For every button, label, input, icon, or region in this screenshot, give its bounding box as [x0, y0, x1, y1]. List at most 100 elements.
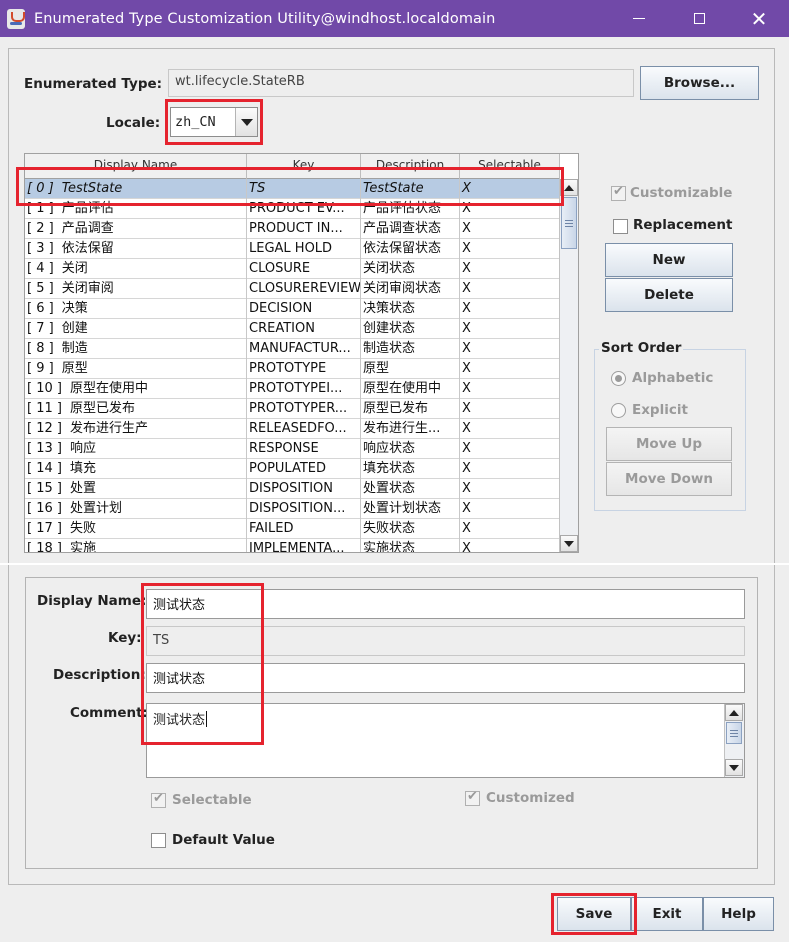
explicit-radio[interactable]	[611, 403, 626, 418]
cell-description: 处置状态	[361, 479, 460, 499]
table-row[interactable]: [ 7 ] 创建 CREATION 创建状态 X	[25, 319, 560, 339]
customized-checkbox[interactable]: ✔	[465, 789, 480, 806]
selectable-checkbox[interactable]: ✔	[151, 791, 166, 808]
cell-description: 原型	[361, 359, 460, 379]
cell-selectable: X	[460, 439, 560, 459]
cell-key: POPULATED	[247, 459, 361, 479]
row-index: [ 1 ]	[27, 201, 54, 216]
default-value-checkbox[interactable]	[151, 833, 166, 848]
table-row[interactable]: [ 17 ] 失败 FAILED 失败状态 X	[25, 519, 560, 539]
table-row[interactable]: [ 4 ] 关闭 CLOSURE 关闭状态 X	[25, 259, 560, 279]
browse-button[interactable]: Browse...	[640, 66, 759, 100]
alphabetic-radio[interactable]	[611, 371, 626, 386]
table-row[interactable]: [ 18 ] 实施 IMPLEMENTA... 实施状态 X	[25, 539, 560, 552]
customized-label: Customized	[486, 790, 575, 806]
row-index: [ 11 ]	[27, 401, 62, 416]
cell-description: 决策状态	[361, 299, 460, 319]
table-row[interactable]: [ 16 ] 处置计划 DISPOSITION... 处置计划状态 X	[25, 499, 560, 519]
table-row[interactable]: [ 12 ] 发布进行生产 RELEASEDFO... 发布进行生... X	[25, 419, 560, 439]
cell-display-name: [ 17 ] 失败	[25, 519, 247, 539]
table-row[interactable]: [ 0 ] TestState TS TestState X	[25, 179, 560, 199]
table-scrollbar[interactable]	[559, 179, 578, 552]
comment-text: 测试状态	[153, 709, 208, 728]
col-selectable[interactable]: Selectable	[460, 154, 560, 179]
replacement-checkbox[interactable]	[613, 219, 628, 234]
close-icon: ✕	[750, 6, 768, 31]
table-row[interactable]: [ 8 ] 制造 MANUFACTUR... 制造状态 X	[25, 339, 560, 359]
scroll-up-button[interactable]	[560, 179, 578, 196]
col-key[interactable]: Key	[247, 154, 361, 179]
table-row[interactable]: [ 10 ] 原型在使用中 PROTOTYPEI... 原型在使用中 X	[25, 379, 560, 399]
table-row[interactable]: [ 2 ] 产品调查 PRODUCT IN... 产品调查状态 X	[25, 219, 560, 239]
cell-display-name: [ 8 ] 制造	[25, 339, 247, 359]
row-display-name: 产品调查	[61, 221, 114, 236]
col-display-name[interactable]: Display Name	[25, 154, 247, 179]
row-index: [ 16 ]	[27, 501, 62, 516]
table-row[interactable]: [ 11 ] 原型已发布 PROTOTYPER... 原型已发布 X	[25, 399, 560, 419]
table-row[interactable]: [ 13 ] 响应 RESPONSE 响应状态 X	[25, 439, 560, 459]
comment-textarea[interactable]: 测试状态	[146, 703, 745, 778]
save-button[interactable]: Save	[557, 897, 631, 931]
check-icon: ✔	[613, 184, 624, 199]
cell-key: TS	[247, 179, 361, 199]
table-row[interactable]: [ 9 ] 原型 PROTOTYPE 原型 X	[25, 359, 560, 379]
cell-display-name: [ 12 ] 发布进行生产	[25, 419, 247, 439]
key-field: TS	[146, 626, 745, 656]
exit-button[interactable]: Exit	[631, 897, 703, 931]
alphabetic-label: Alphabetic	[632, 370, 714, 386]
locale-select[interactable]: zh_CN	[170, 107, 258, 137]
cell-key: DECISION	[247, 299, 361, 319]
display-name-label: Display Name:	[37, 593, 147, 609]
col-description[interactable]: Description	[361, 154, 460, 179]
table-row[interactable]: [ 1 ] 产品评估 PRODUCT EV... 产品评估状态 X	[25, 199, 560, 219]
comment-scrollbar[interactable]	[724, 704, 744, 777]
table-row[interactable]: [ 6 ] 决策 DECISION 决策状态 X	[25, 299, 560, 319]
row-index: [ 7 ]	[27, 321, 54, 336]
minimize-button[interactable]	[609, 0, 669, 37]
delete-button[interactable]: Delete	[605, 278, 733, 312]
table-row[interactable]: [ 5 ] 关闭审阅 CLOSUREREVIEW 关闭审阅状态 X	[25, 279, 560, 299]
cell-key: CREATION	[247, 319, 361, 339]
cell-description: 关闭状态	[361, 259, 460, 279]
table-row[interactable]: [ 15 ] 处置 DISPOSITION 处置状态 X	[25, 479, 560, 499]
description-input[interactable]: 测试状态	[146, 663, 745, 693]
cell-description: 原型在使用中	[361, 379, 460, 399]
cell-key: CLOSUREREVIEW	[247, 279, 361, 299]
new-button[interactable]: New	[605, 243, 733, 277]
table-row[interactable]: [ 3 ] 依法保留 LEGAL HOLD 依法保留状态 X	[25, 239, 560, 259]
maximize-button[interactable]	[669, 0, 729, 37]
cell-key: PRODUCT IN...	[247, 219, 361, 239]
table-body: [ 0 ] TestState TS TestState X[ 1 ] 产品评估 PRODU…	[25, 179, 560, 552]
row-display-name: 处置计划	[69, 501, 122, 516]
java-app-icon	[7, 8, 25, 29]
close-button[interactable]: ✕	[729, 0, 789, 37]
cell-description: 关闭审阅状态	[361, 279, 460, 299]
row-display-name: 原型	[61, 361, 88, 376]
check-icon: ✔	[153, 791, 164, 806]
cell-selectable: X	[460, 359, 560, 379]
scroll-thumb[interactable]	[561, 197, 577, 249]
cell-display-name: [ 9 ] 原型	[25, 359, 247, 379]
help-button[interactable]: Help	[703, 897, 774, 931]
table-row[interactable]: [ 14 ] 填充 POPULATED 填充状态 X	[25, 459, 560, 479]
cell-selectable: X	[460, 199, 560, 219]
cell-description: 产品调查状态	[361, 219, 460, 239]
cell-display-name: [ 18 ] 实施	[25, 539, 247, 552]
title-bar: Enumerated Type Customization Utility@wi…	[0, 0, 789, 37]
comment-value: 测试状态	[153, 713, 206, 728]
display-name-input[interactable]: 测试状态	[146, 589, 745, 619]
cell-description: 原型已发布	[361, 399, 460, 419]
locale-dropdown-button[interactable]	[235, 108, 257, 136]
move-up-button[interactable]: Move Up	[606, 427, 732, 461]
enum-type-label: Enumerated Type:	[24, 76, 163, 92]
move-down-button[interactable]: Move Down	[606, 462, 732, 496]
comment-scroll-down[interactable]	[725, 759, 743, 776]
cell-key: MANUFACTUR...	[247, 339, 361, 359]
row-index: [ 0 ]	[27, 181, 54, 196]
comment-scroll-thumb[interactable]	[726, 722, 742, 744]
cell-display-name: [ 13 ] 响应	[25, 439, 247, 459]
comment-scroll-up[interactable]	[725, 704, 743, 721]
cell-display-name: [ 1 ] 产品评估	[25, 199, 247, 219]
customizable-checkbox[interactable]: ✔	[611, 184, 626, 201]
scroll-down-button[interactable]	[560, 535, 578, 552]
